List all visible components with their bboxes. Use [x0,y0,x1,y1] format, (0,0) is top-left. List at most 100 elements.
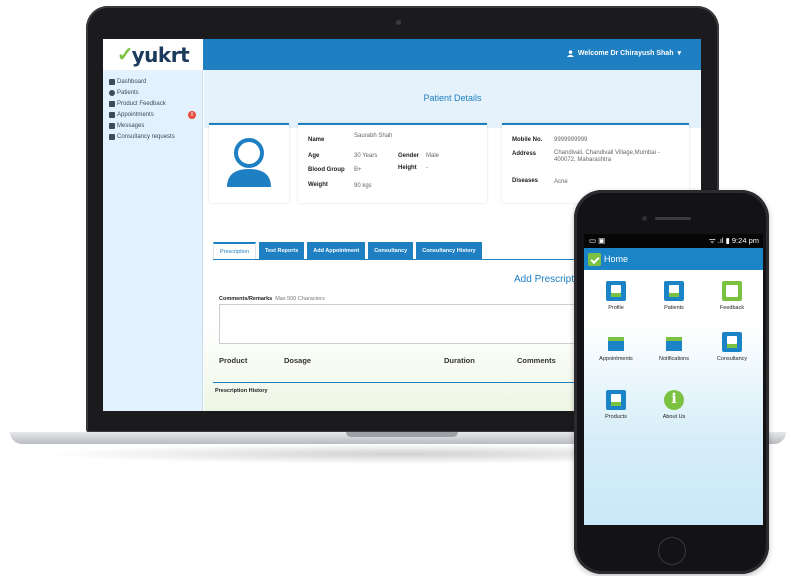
age-value: 30 Years [354,153,378,159]
patient-info-card: Name Saurabh Shah Age 30 Years Gender Ma… [298,123,487,203]
height-label: Height [398,165,417,171]
home-item-feedback[interactable]: Feedback [704,281,760,311]
user-menu[interactable]: Welcome Dr Chirayush Shah ▾ [566,49,681,57]
sidebar-item-dashboard[interactable]: Dashboard [103,76,202,87]
dashboard-icon [109,78,115,85]
phone-app-bar: Home [584,248,763,270]
info-icon [664,390,684,410]
home-item-consultancy[interactable]: Consultancy [704,332,760,362]
height-value: - [426,165,428,171]
calendar-icon [109,111,115,118]
sidebar-item-label: Appointments [117,111,154,118]
blood-group-value: B+ [354,167,362,173]
sidebar-item-label: Product Feedback [117,100,166,107]
products-icon [606,390,626,410]
phone-app-title: Home [604,254,629,264]
column-header-product: Product [219,356,248,365]
tab-bar: Prescription Test Reports Add Appointmen… [213,242,482,259]
phone-screen: ▭ ▣ ᯤ .ıl ▮ 9:24 pm Home Profile Patient… [584,234,763,525]
tab-consultancy-history[interactable]: Consultancy History [416,242,482,259]
tab-prescription[interactable]: Prescription [213,242,257,259]
home-item-label: Consultancy [716,356,748,362]
name-label: Name [308,137,325,143]
tab-test-reports[interactable]: Test Reports [259,242,305,259]
weight-label: Weight [308,182,328,188]
feedback-edit-icon [722,281,742,301]
phone-camera [642,216,647,221]
logo[interactable]: ✓ yukrt [103,39,203,70]
app-logo-icon [588,252,601,266]
home-item-profile[interactable]: Profile [588,281,644,311]
blood-group-label: Blood Group [308,167,345,173]
appointments-badge: 0 [188,111,196,119]
sidebar-item-label: Messages [117,122,145,129]
user-icon [109,89,115,96]
column-header-dosage: Dosage [284,356,312,365]
sidebar-item-patients[interactable]: Patients [103,87,202,98]
home-item-about-us[interactable]: About Us [646,390,702,420]
home-item-label: About Us [662,414,686,420]
home-item-patients[interactable]: Patients [646,281,702,311]
caret-down-icon: ▾ [677,50,681,57]
tab-consultancy[interactable]: Consultancy [368,242,414,259]
home-item-label: Notifications [659,356,689,362]
gender-label: Gender [398,153,420,159]
logo-text: yukrt [131,42,190,67]
welcome-text: Welcome Dr Chirayush Shah [577,49,674,57]
name-value: Saurabh Shah [354,133,393,139]
sidebar-item-consultancy-requests[interactable]: Consultancy requests [103,131,202,142]
status-time: 9:24 pm [731,236,759,245]
avatar [227,138,271,187]
home-item-label: Feedback [719,305,745,311]
mobile-label: Mobile No. [512,137,543,143]
home-item-notifications[interactable]: Notifications [646,332,702,362]
home-item-products[interactable]: Products [588,390,644,420]
profile-icon [606,281,626,301]
page-title: Patient Details [423,93,482,103]
prescription-history-label: Prescription History [215,388,268,394]
page-banner: Patient Details [204,70,701,128]
sidebar: Dashboard Patients Product Feedback Appo… [103,70,203,411]
feedback-icon [109,100,115,107]
diseases-label: Diseases [512,178,539,184]
comments-label: Comments/Remarks Max 500 Characters [219,296,325,302]
home-item-label: Products [605,414,627,420]
comments-hint: Max 500 Characters [275,296,325,302]
phone-speaker [655,217,691,220]
home-item-label: Appointments [599,356,633,362]
weight-value: 90 kgs [354,183,372,189]
sidebar-item-label: Consultancy requests [117,133,175,140]
status-bar: ▭ ▣ ᯤ .ıl ▮ 9:24 pm [584,234,763,248]
sidebar-item-messages[interactable]: Messages [103,120,202,131]
address-value: Chandivali, Chandivali Village,Mumbai - … [554,150,660,163]
notification-icons: ▭ ▣ [589,236,606,245]
diseases-value: Acne [554,179,568,185]
notifications-envelope-icon [664,332,684,352]
patient-photo-card [209,123,289,203]
sidebar-item-label: Dashboard [117,78,147,85]
patients-icon [664,281,684,301]
sidebar-item-label: Patients [117,89,139,96]
age-label: Age [308,153,320,159]
mobile-value: 9999999999 [554,137,588,143]
user-icon [566,49,574,57]
laptop-camera [396,20,401,25]
status-right: ᯤ .ıl ▮ 9:24 pm [709,236,759,246]
laptop-notch [346,432,458,437]
signal-icon: ᯤ .ıl ▮ [708,236,732,245]
home-item-appointments[interactable]: Appointments [588,332,644,362]
appointments-envelope-icon [606,332,626,352]
tab-add-appointment[interactable]: Add Appointment [307,242,366,259]
consultancy-icon [722,332,742,352]
phone: ▭ ▣ ᯤ .ıl ▮ 9:24 pm Home Profile Patient… [574,190,769,574]
home-item-label: Profile [608,305,624,311]
phone-home-button[interactable] [658,537,686,565]
comments-label-text: Comments/Remarks [219,296,273,302]
gender-value: Male [426,153,440,159]
sidebar-item-product-feedback[interactable]: Product Feedback [103,98,202,109]
handshake-icon [109,133,115,140]
messages-icon [109,122,115,129]
sidebar-item-appointments[interactable]: Appointments 0 [103,109,202,120]
column-header-comments: Comments [517,356,556,365]
app-header: ✓ yukrt Welcome Dr Chirayush Shah ▾ [103,39,701,70]
